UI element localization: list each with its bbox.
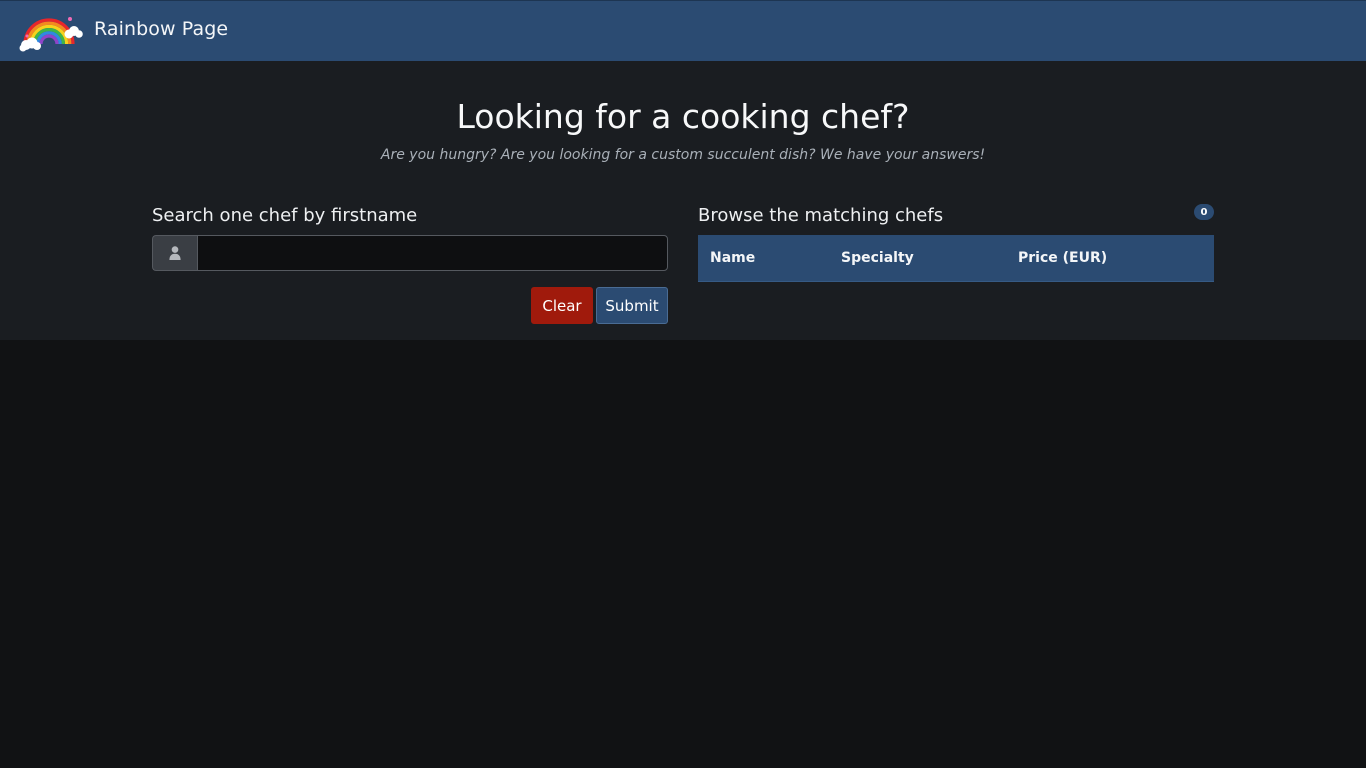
- column-header-name[interactable]: Name: [698, 235, 829, 282]
- brand-title[interactable]: Rainbow Page: [94, 18, 228, 40]
- search-heading: Search one chef by firstname: [152, 205, 418, 226]
- page-title: Looking for a cooking chef?: [456, 97, 910, 136]
- chefs-table: Name Specialty Price (EUR): [698, 235, 1214, 282]
- results-heading: Browse the matching chefs: [698, 205, 944, 226]
- table-header-row: Name Specialty Price (EUR): [698, 235, 1214, 282]
- firstname-search-input[interactable]: [197, 235, 668, 271]
- search-input-group: [152, 235, 668, 271]
- results-count-badge: 0: [1194, 204, 1214, 220]
- column-header-specialty[interactable]: Specialty: [829, 235, 1006, 282]
- user-icon: [152, 235, 197, 271]
- page-subtitle: Are you hungry? Are you looking for a cu…: [380, 147, 986, 163]
- column-header-price[interactable]: Price (EUR): [1006, 235, 1214, 282]
- rainbow-icon[interactable]: [19, 10, 83, 52]
- submit-button[interactable]: Submit: [596, 287, 668, 324]
- hero-section: Looking for a cooking chef? Are you hung…: [0, 61, 1366, 340]
- navbar: Rainbow Page: [0, 0, 1366, 61]
- clear-button[interactable]: Clear: [531, 287, 593, 324]
